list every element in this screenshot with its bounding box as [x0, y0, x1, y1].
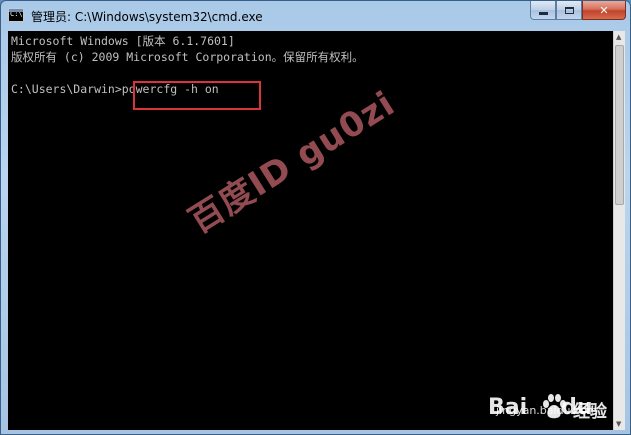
command-highlight-box — [133, 81, 261, 110]
close-icon: ✕ — [599, 3, 609, 17]
maximize-button[interactable] — [556, 1, 582, 20]
baidu-url-text: jingyan.baidu.com — [496, 404, 598, 417]
maximize-icon — [564, 6, 574, 14]
title-bar[interactable]: C:\ 管理员: C:\Windows\system32\cmd.exe ✕ — [1, 1, 630, 31]
console-line-copyright: 版权所有 (c) 2009 Microsoft Corporation。保留所有… — [11, 50, 364, 64]
console-prompt: C:\Users\Darwin> — [11, 82, 122, 96]
baidu-jingyan-logo: Bai du 经验 — [478, 371, 608, 427]
console-line-version: Microsoft Windows [版本 6.1.7601] — [11, 34, 235, 48]
console-output[interactable]: Microsoft Windows [版本 6.1.7601] 版权所有 (c)… — [8, 31, 613, 430]
vertical-scrollbar[interactable]: ▲ ▼ — [613, 31, 625, 430]
scroll-down-icon[interactable]: ▼ — [616, 420, 623, 428]
scroll-up-icon[interactable]: ▲ — [616, 33, 623, 41]
minimize-icon — [538, 11, 548, 15]
cmd-window: C:\ 管理员: C:\Windows\system32\cmd.exe ✕ M… — [0, 0, 631, 435]
scroll-thumb[interactable] — [615, 45, 624, 205]
caption-buttons: ✕ — [530, 1, 626, 21]
minimize-button[interactable] — [530, 1, 556, 20]
close-button[interactable]: ✕ — [582, 1, 626, 20]
window-title: 管理员: C:\Windows\system32\cmd.exe — [31, 10, 263, 24]
cmd-console-icon[interactable]: C:\ — [8, 8, 24, 22]
